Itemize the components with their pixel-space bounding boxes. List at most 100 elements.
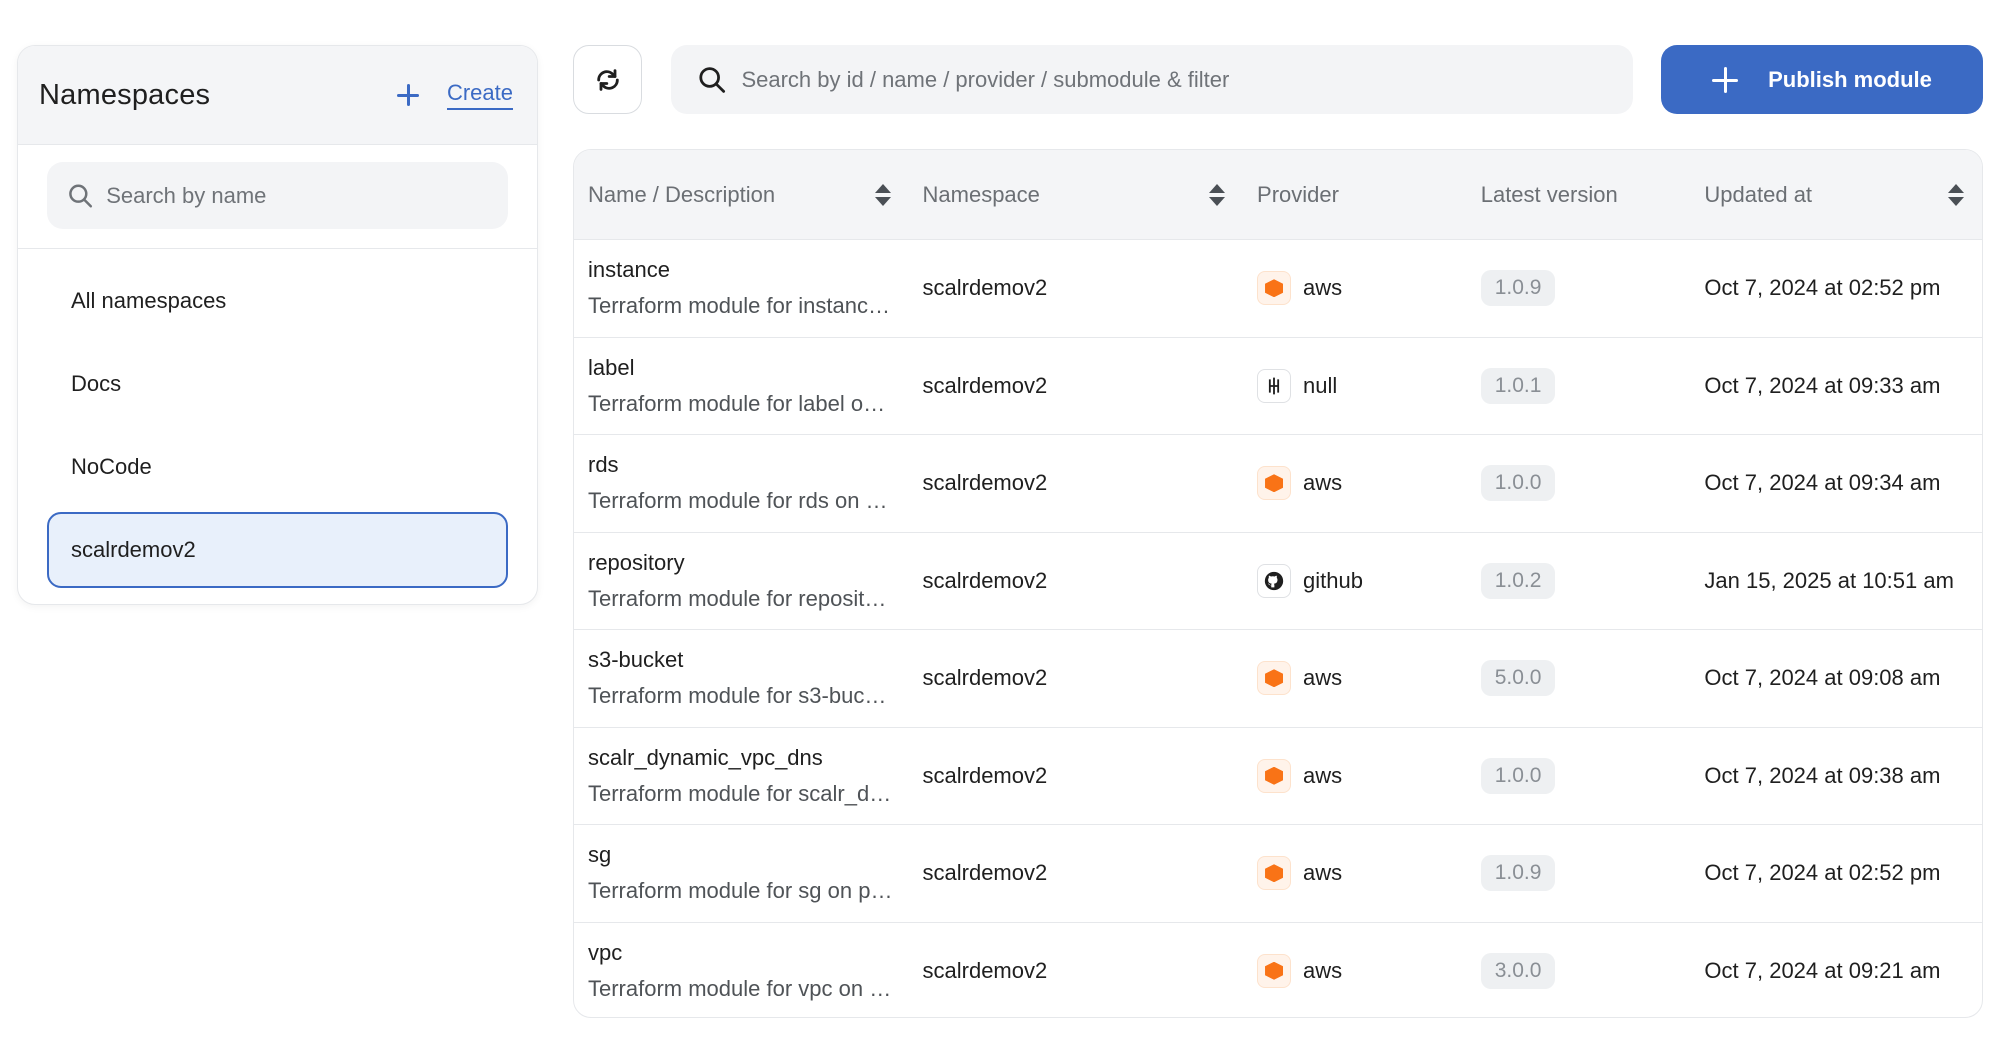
namespace-item-docs[interactable]: Docs xyxy=(47,346,508,422)
publish-module-label: Publish module xyxy=(1768,66,1932,92)
updated-cell: Oct 7, 2024 at 09:38 am xyxy=(1690,728,1982,825)
header-label: Provider xyxy=(1257,181,1339,207)
module-name[interactable]: vpc xyxy=(588,940,622,966)
module-description: Terraform module for repository on provi… xyxy=(588,585,893,611)
table-row[interactable]: rds Terraform module for rds on provider… xyxy=(574,434,1982,532)
version-badge: 1.0.1 xyxy=(1480,367,1556,404)
table-row[interactable]: scalr_dynamic_vpc_dns Terraform module f… xyxy=(574,726,1982,825)
header-label: Name / Description xyxy=(588,181,776,207)
namespace-item-label: All namespaces xyxy=(71,288,227,313)
version-cell: 1.0.1 xyxy=(1467,338,1691,435)
namespace-item-all[interactable]: All namespaces xyxy=(47,263,508,339)
name-cell: s3-bucket Terraform module for s3-bucket… xyxy=(574,630,909,727)
provider-cell: aws xyxy=(1243,728,1467,825)
name-cell: label Terraform module for label on prov… xyxy=(574,338,909,435)
updated-cell: Oct 7, 2024 at 09:08 am xyxy=(1690,630,1982,727)
create-namespace-button[interactable]: Create xyxy=(396,80,513,110)
provider-cell: aws xyxy=(1243,435,1467,532)
namespace-cell: scalrdemov2 xyxy=(909,728,1244,825)
provider-cell: github xyxy=(1243,533,1467,630)
namespace-cell: scalrdemov2 xyxy=(909,240,1244,337)
version-badge: 1.0.0 xyxy=(1480,465,1556,502)
version-badge: 1.0.0 xyxy=(1480,757,1556,794)
name-cell: repository Terraform module for reposito… xyxy=(574,533,909,630)
module-name[interactable]: repository xyxy=(588,550,685,576)
table-row[interactable]: vpc Terraform module for vpc on provider… xyxy=(574,921,1982,1018)
updated-at: Oct 7, 2024 at 09:21 am xyxy=(1704,957,1941,983)
version-badge: 1.0.9 xyxy=(1480,855,1556,892)
header-updated-at[interactable]: Updated at xyxy=(1690,150,1982,239)
refresh-button[interactable] xyxy=(573,45,642,114)
provider-name: aws xyxy=(1303,470,1343,496)
namespace-item-scalrdemov2[interactable]: scalrdemov2 xyxy=(47,512,508,588)
provider-name: aws xyxy=(1303,665,1343,691)
module-description: Terraform module for instance on provide… xyxy=(588,293,893,319)
updated-at: Oct 7, 2024 at 09:34 am xyxy=(1704,470,1941,496)
header-namespace[interactable]: Namespace xyxy=(909,150,1244,239)
provider-cell: aws xyxy=(1243,240,1467,337)
version-badge: 3.0.0 xyxy=(1480,952,1556,989)
version-cell: 1.0.0 xyxy=(1467,728,1691,825)
sort-icon xyxy=(1947,183,1964,206)
namespace-search-box xyxy=(47,162,508,229)
updated-cell: Oct 7, 2024 at 09:34 am xyxy=(1690,435,1982,532)
namespace-item-label: scalrdemov2 xyxy=(71,537,196,562)
module-name[interactable]: instance xyxy=(588,257,670,283)
module-description: Terraform module for vpc on provider aws xyxy=(588,975,893,1001)
module-namespace: scalrdemov2 xyxy=(922,470,1048,496)
provider-cell: null xyxy=(1243,338,1467,435)
namespace-item-nocode[interactable]: NoCode xyxy=(47,429,508,505)
table-header: Name / Description Namespace Provider La… xyxy=(574,150,1982,239)
sort-icon xyxy=(874,183,891,206)
table-row[interactable]: repository Terraform module for reposito… xyxy=(574,531,1982,630)
module-namespace: scalrdemov2 xyxy=(922,372,1048,398)
refresh-icon xyxy=(596,68,619,91)
table-row[interactable]: instance Terraform module for instance o… xyxy=(574,239,1982,337)
aws-icon xyxy=(1257,466,1292,501)
updated-cell: Oct 7, 2024 at 02:52 pm xyxy=(1690,240,1982,337)
updated-at: Oct 7, 2024 at 09:38 am xyxy=(1704,762,1941,788)
aws-icon xyxy=(1257,271,1292,306)
module-name[interactable]: scalr_dynamic_vpc_dns xyxy=(588,745,823,771)
module-search-input[interactable] xyxy=(741,66,1607,93)
version-badge: 5.0.0 xyxy=(1480,660,1556,697)
namespaces-title: Namespaces xyxy=(39,78,211,111)
module-description: Terraform module for s3-bucket on provid… xyxy=(588,683,893,709)
module-name[interactable]: label xyxy=(588,355,634,381)
module-name[interactable]: sg xyxy=(588,842,611,868)
namespace-cell: scalrdemov2 xyxy=(909,630,1244,727)
header-label: Updated at xyxy=(1704,181,1813,207)
table-row[interactable]: label Terraform module for label on prov… xyxy=(574,336,1982,435)
provider-name: aws xyxy=(1303,762,1343,788)
aws-icon xyxy=(1257,856,1292,891)
name-cell: rds Terraform module for rds on provider… xyxy=(574,435,909,532)
version-cell: 1.0.9 xyxy=(1467,240,1691,337)
search-icon xyxy=(699,66,726,93)
namespace-list: All namespaces Docs NoCode scalrdemov2 xyxy=(18,249,537,588)
name-cell: instance Terraform module for instance o… xyxy=(574,240,909,337)
table-row[interactable]: sg Terraform module for sg on provider a… xyxy=(574,824,1982,922)
module-description: Terraform module for label on provider n… xyxy=(588,390,893,416)
name-cell: scalr_dynamic_vpc_dns Terraform module f… xyxy=(574,728,909,825)
table-body: instance Terraform module for instance o… xyxy=(574,239,1982,1018)
header-name-description[interactable]: Name / Description xyxy=(574,150,909,239)
version-badge: 1.0.2 xyxy=(1480,562,1556,599)
module-description: Terraform module for scalr_dynamic_vpc_d… xyxy=(588,780,893,806)
sort-icon xyxy=(1209,183,1226,206)
namespace-item-label: Docs xyxy=(71,371,122,396)
updated-at: Oct 7, 2024 at 09:33 am xyxy=(1704,372,1941,398)
namespace-search-input[interactable] xyxy=(106,182,488,209)
module-name[interactable]: rds xyxy=(588,452,619,478)
header-latest-version: Latest version xyxy=(1467,150,1691,239)
table-row[interactable]: s3-bucket Terraform module for s3-bucket… xyxy=(574,629,1982,727)
module-name[interactable]: s3-bucket xyxy=(588,647,683,673)
modules-table: Name / Description Namespace Provider La… xyxy=(573,149,1983,1018)
version-cell: 1.0.0 xyxy=(1467,435,1691,532)
namespace-cell: scalrdemov2 xyxy=(909,533,1244,630)
name-cell: vpc Terraform module for vpc on provider… xyxy=(574,923,909,1018)
provider-name: aws xyxy=(1303,957,1343,983)
namespaces-panel: Namespaces Create All namespaces Docs No… xyxy=(17,45,538,605)
publish-module-button[interactable]: Publish module xyxy=(1661,45,1983,114)
hashicorp-icon xyxy=(1257,368,1292,403)
updated-at: Jan 15, 2025 at 10:51 am xyxy=(1704,567,1954,593)
